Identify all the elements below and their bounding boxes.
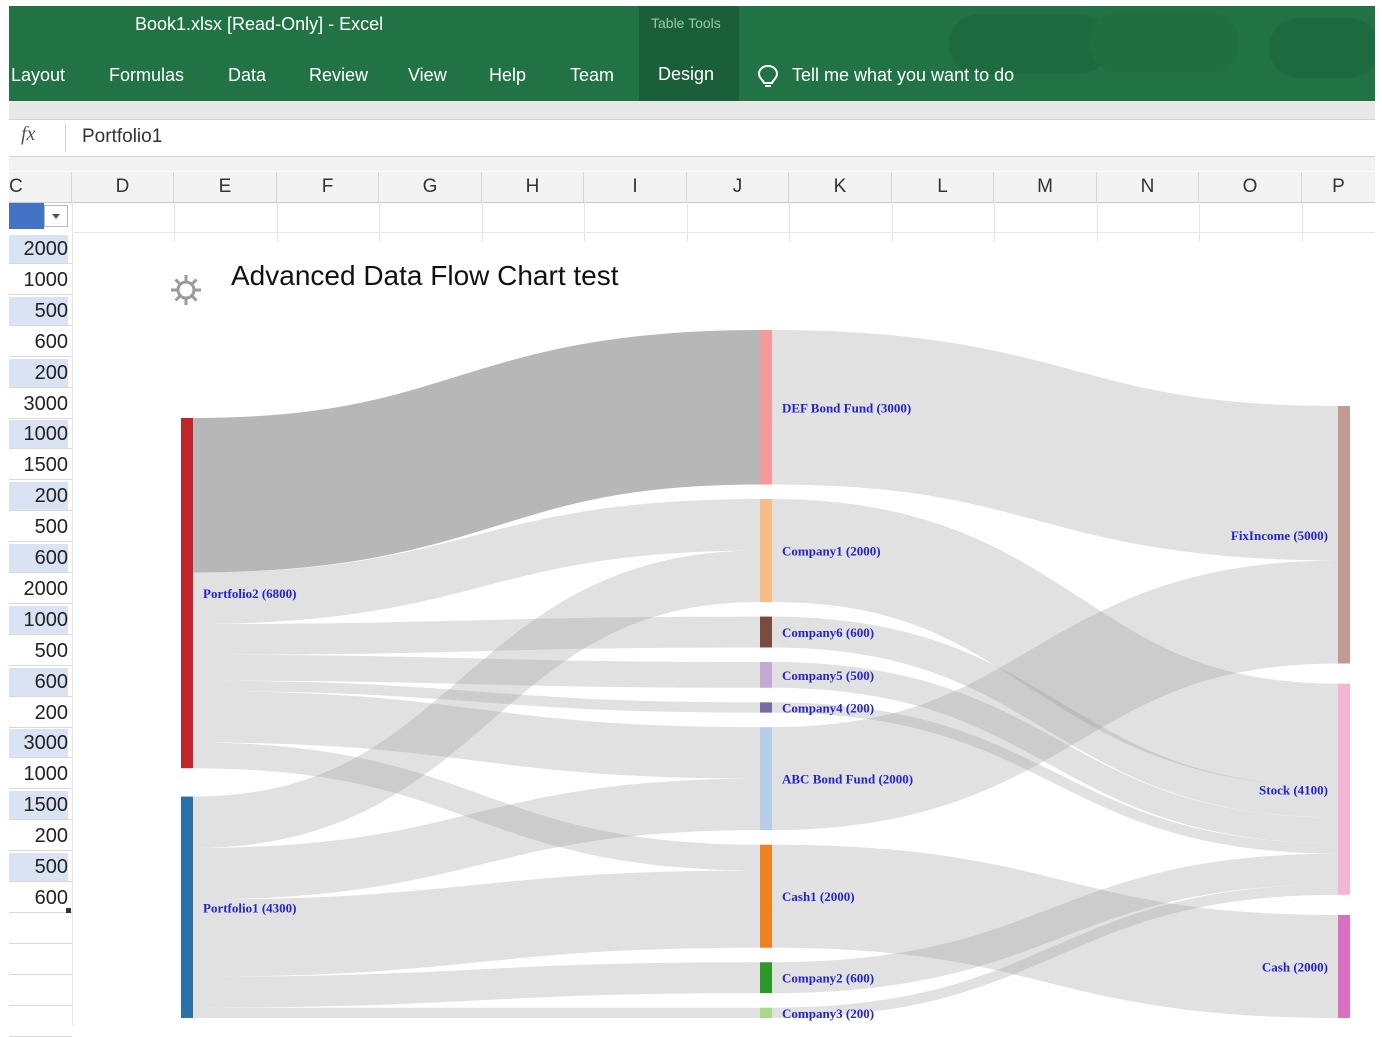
sankey-node[interactable] [760,499,772,603]
sankey-node[interactable] [760,1007,772,1018]
sankey-node-label: DEF Bond Fund (3000) [782,400,911,415]
sankey-node[interactable] [760,616,772,648]
sankey-node-label: Portfolio2 (6800) [203,586,297,601]
sankey-node-label: Portfolio1 (4300) [203,900,297,915]
sankey-node-label: Company3 (200) [782,1006,874,1021]
sankey-node[interactable] [181,796,193,1018]
sankey-node[interactable] [760,844,772,948]
sankey-node[interactable] [760,727,772,831]
sankey-node[interactable] [760,330,772,485]
sankey-node-label: Company6 (600) [782,625,874,640]
sankey-node[interactable] [1338,915,1350,1018]
sankey-node-label: Company4 (200) [782,700,874,715]
sankey-node-label: Company2 (600) [782,971,874,986]
sankey-node-label: Cash (2000) [1262,960,1328,975]
sankey-node-label: Company5 (500) [782,668,874,683]
sankey-node[interactable] [760,702,772,713]
sankey-node-label: Company1 (2000) [782,544,881,559]
sankey-node[interactable] [760,662,772,688]
sankey-link [771,330,1339,561]
sankey-link [192,616,761,655]
sankey-node-label: ABC Bond Fund (2000) [782,772,913,787]
sankey-chart: Portfolio2 (6800) Portfolio1 (4300) DEF Bo… [181,330,1350,1021]
sankey-link [192,330,761,573]
sankey-node[interactable] [760,962,772,994]
sankey-node-label: Cash1 (2000) [782,889,855,904]
sankey-node-label: Stock (4100) [1259,782,1328,797]
sankey-link [192,962,761,1008]
sankey-node[interactable] [181,418,193,769]
sankey-node[interactable] [1338,683,1350,895]
sankey-node[interactable] [1338,406,1350,664]
sankey-node-label: FixIncome (5000) [1231,528,1328,543]
